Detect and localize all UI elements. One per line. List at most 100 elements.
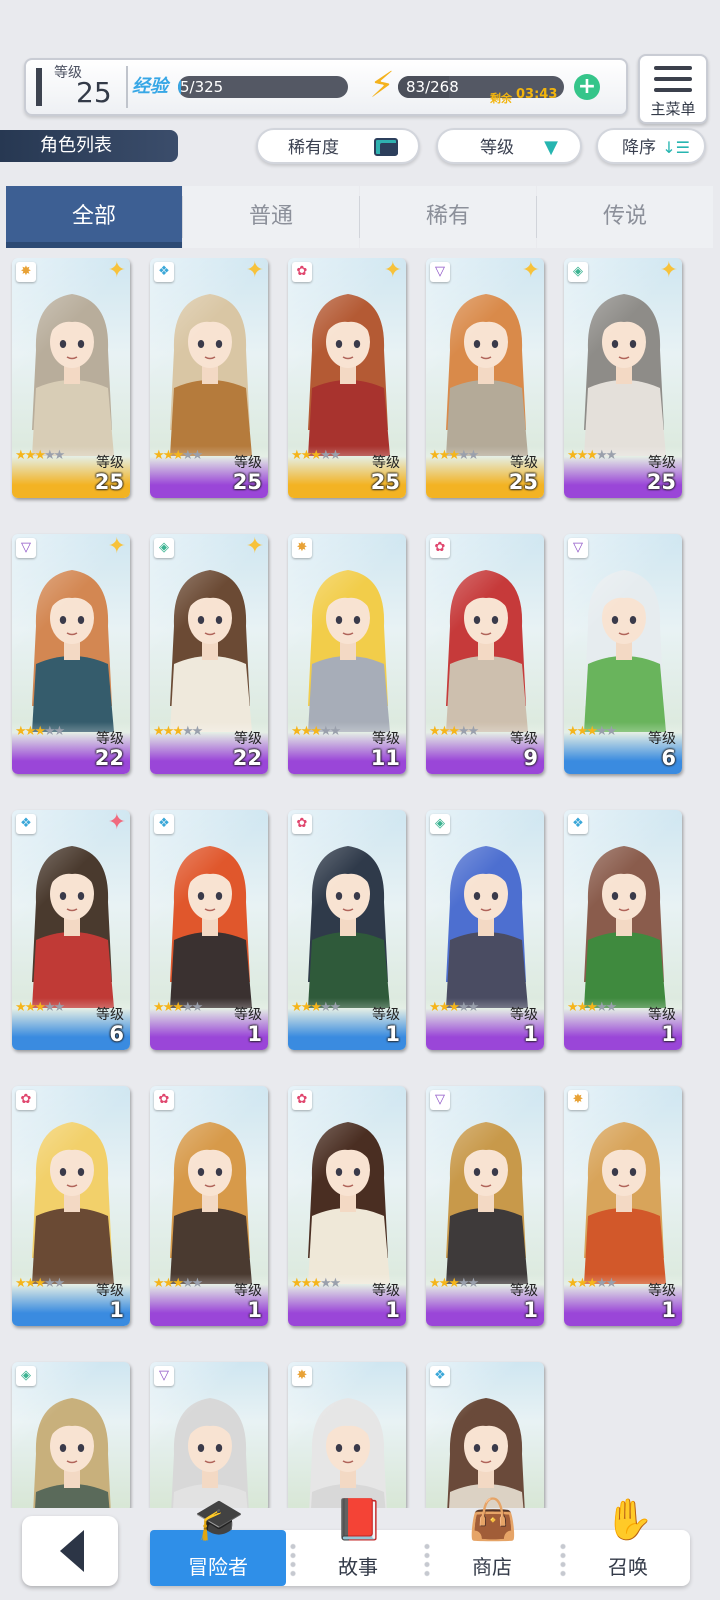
fire-element-icon: ✿	[154, 1090, 174, 1110]
character-card[interactable]: ✸	[288, 1362, 406, 1508]
fire-element-icon: ✿	[292, 814, 312, 834]
plus-icon[interactable]: +	[574, 74, 600, 100]
tab-legendary[interactable]: 传说	[537, 186, 713, 248]
wind-element-icon: ◈	[154, 538, 174, 558]
sort-rarity-label: 稀有度	[288, 138, 339, 158]
back-arrow-icon	[60, 1530, 84, 1572]
card-level-value: 25	[94, 470, 124, 494]
nav-summon-label: 召唤	[608, 1555, 648, 1579]
tab-rare[interactable]: 稀有	[360, 186, 536, 248]
card-level-label: 等级	[96, 1283, 124, 1299]
character-card[interactable]: ✿ ★★★★★ 等级 1	[150, 1086, 268, 1326]
character-card[interactable]: ▽	[150, 1362, 268, 1508]
nav-adventurers[interactable]: 🎓 冒险者	[150, 1497, 286, 1586]
character-card[interactable]: ▽ ✦ ★★★★★ 等级 25	[426, 258, 544, 498]
card-level-label: 等级	[510, 455, 538, 471]
card-level-label: 等级	[372, 1283, 400, 1299]
character-card[interactable]: ▽ ✦ ★★★★★ 等级 22	[12, 534, 130, 774]
water-element-icon: ❖	[568, 814, 588, 834]
character-card[interactable]: ✿ ★★★★★ 等级 9	[426, 534, 544, 774]
sort-by-level-button[interactable]: 等级 ▼	[436, 128, 582, 164]
character-card[interactable]: ✿ ★★★★★ 等级 1	[288, 810, 406, 1050]
character-card[interactable]: ◈ ✦ ★★★★★ 等级 25	[564, 258, 682, 498]
sort-order-button[interactable]: 降序 ↓☰	[596, 128, 706, 164]
character-card[interactable]: ▽ ★★★★★ 等级 1	[426, 1086, 544, 1326]
card-level-label: 等级	[510, 1007, 538, 1023]
star-rating: ★★★★★	[153, 1276, 203, 1291]
card-level-value: 1	[523, 1298, 538, 1322]
character-list-title: 角色列表	[0, 130, 178, 162]
card-footer: ★★★★★ 等级 25	[426, 446, 544, 498]
card-level-label: 等级	[372, 1007, 400, 1023]
dark-element-icon: ▽	[16, 538, 36, 558]
back-button[interactable]	[22, 1516, 118, 1586]
character-card[interactable]: ❖ ★★★★★ 等级 1	[564, 810, 682, 1050]
card-footer: ★★★★★ 等级 6	[564, 722, 682, 774]
cards-stack-icon	[374, 138, 400, 156]
sparkle-icon: ✦	[245, 534, 264, 559]
sort-by-rarity-button[interactable]: 稀有度	[256, 128, 420, 164]
wind-element-icon: ◈	[568, 262, 588, 282]
character-card[interactable]: ✸ ✦ ★★★★★ 等级 25	[12, 258, 130, 498]
character-card[interactable]: ◈ ★★★★★ 等级 1	[426, 810, 544, 1050]
card-footer: ★★★★★ 等级 9	[426, 722, 544, 774]
status-divider	[126, 66, 128, 108]
earth-element-icon: ✸	[16, 262, 36, 282]
card-footer: ★★★★★ 等级 25	[150, 446, 268, 498]
character-card[interactable]: ✿ ★★★★★ 等级 1	[288, 1086, 406, 1326]
bottom-navigation: 🎓 冒险者 📕 故事 👜 商店 ✋ 召唤	[0, 1497, 720, 1600]
wind-element-icon: ◈	[16, 1366, 36, 1386]
main-menu-button[interactable]: 主菜单	[638, 54, 708, 124]
card-level-value: 6	[661, 746, 676, 770]
sparkle-icon: ✦	[107, 258, 126, 283]
character-card[interactable]: ✸ ★★★★★ 等级 1	[564, 1086, 682, 1326]
card-footer: ★★★★★ 等级 25	[288, 446, 406, 498]
dark-element-icon: ▽	[430, 262, 450, 282]
card-level-label: 等级	[510, 731, 538, 747]
star-rating: ★★★★★	[153, 724, 203, 739]
character-card[interactable]: ❖ ✦ ★★★★★ 等级 6	[12, 810, 130, 1050]
tab-all[interactable]: 全部	[6, 186, 182, 248]
wind-element-icon: ◈	[430, 814, 450, 834]
card-level-value: 25	[370, 470, 400, 494]
card-level-value: 1	[247, 1022, 262, 1046]
card-level-value: 1	[661, 1298, 676, 1322]
card-level-value: 1	[385, 1298, 400, 1322]
card-footer: ★★★★★ 等级 1	[426, 998, 544, 1050]
card-footer: ★★★★★ 等级 25	[12, 446, 130, 498]
card-footer: ★★★★★ 等级 22	[150, 722, 268, 774]
water-element-icon: ❖	[16, 814, 36, 834]
tab-common[interactable]: 普通	[183, 186, 359, 248]
card-level-value: 1	[385, 1022, 400, 1046]
card-level-value: 1	[523, 1022, 538, 1046]
star-rating: ★★★★★	[567, 1276, 617, 1291]
nav-summon[interactable]: ✋ 召唤	[560, 1497, 696, 1586]
card-footer: ★★★★★ 等级 1	[288, 1274, 406, 1326]
star-rating: ★★★★★	[429, 448, 479, 463]
character-card[interactable]: ▽ ★★★★★ 等级 6	[564, 534, 682, 774]
character-card[interactable]: ❖ ★★★★★ 等级 1	[150, 810, 268, 1050]
character-card[interactable]: ❖	[426, 1362, 544, 1508]
card-footer: ★★★★★ 等级 1	[564, 1274, 682, 1326]
character-card[interactable]: ✿ ★★★★★ 等级 1	[12, 1086, 130, 1326]
card-level-label: 等级	[234, 1283, 262, 1299]
star-rating: ★★★★★	[567, 724, 617, 739]
fire-element-icon: ✿	[16, 1090, 36, 1110]
character-card[interactable]: ✸ ★★★★★ 等级 11	[288, 534, 406, 774]
recover-timer: 03:43	[516, 87, 558, 102]
energy-value: 83/268	[406, 78, 459, 96]
nav-story[interactable]: 📕 故事	[290, 1497, 426, 1586]
character-card[interactable]: ◈ ✦ ★★★★★ 等级 22	[150, 534, 268, 774]
character-card[interactable]: ❖ ✦ ★★★★★ 等级 25	[150, 258, 268, 498]
nav-shop[interactable]: 👜 商店	[424, 1497, 560, 1586]
character-card[interactable]: ✿ ✦ ★★★★★ 等级 25	[288, 258, 406, 498]
card-level-label: 等级	[234, 1007, 262, 1023]
sort-level-label: 等级	[480, 138, 514, 158]
water-element-icon: ❖	[430, 1366, 450, 1386]
exp-value: 5/325	[180, 78, 224, 96]
star-rating: ★★★★★	[153, 448, 203, 463]
sparkle-icon: ✦	[107, 810, 126, 835]
card-level-label: 等级	[96, 455, 124, 471]
character-card[interactable]: ◈	[12, 1362, 130, 1508]
card-level-value: 1	[247, 1298, 262, 1322]
